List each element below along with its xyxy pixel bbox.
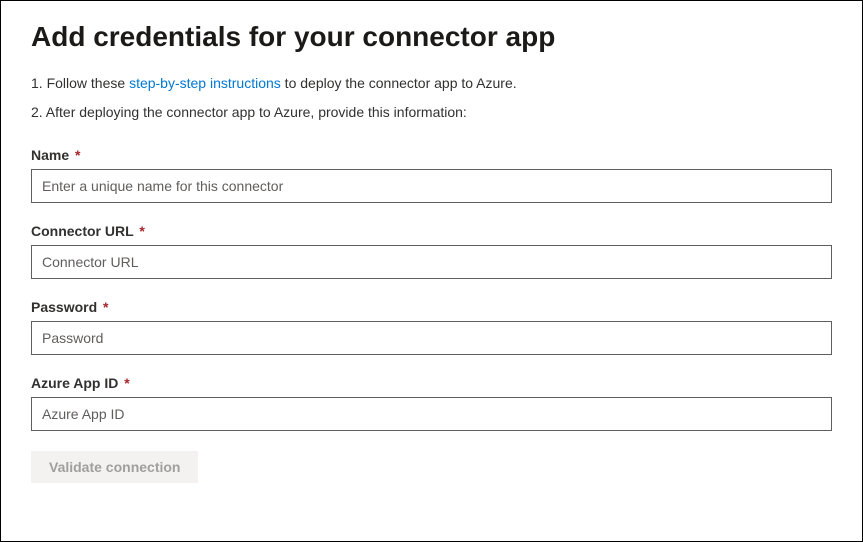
credentials-form: Name * Connector URL * Password * Azure … [31,147,832,483]
name-input[interactable] [31,169,832,203]
validate-connection-button[interactable]: Validate connection [31,451,198,483]
name-required-mark: * [75,147,80,163]
azure-app-id-input[interactable] [31,397,832,431]
instruction-step-2: 2. After deploying the connector app to … [31,102,832,123]
name-label-text: Name [31,147,69,163]
password-input[interactable] [31,321,832,355]
azure-app-id-label: Azure App ID * [31,375,832,391]
password-label-text: Password [31,299,97,315]
instruction-step-1: 1. Follow these step-by-step instruction… [31,73,832,94]
page-title: Add credentials for your connector app [31,21,832,53]
name-field-group: Name * [31,147,832,203]
connector-url-input[interactable] [31,245,832,279]
connector-url-field-group: Connector URL * [31,223,832,279]
azure-app-id-required-mark: * [124,375,129,391]
connector-url-label: Connector URL * [31,223,832,239]
step-by-step-link[interactable]: step-by-step instructions [129,75,281,91]
azure-app-id-label-text: Azure App ID [31,375,118,391]
name-label: Name * [31,147,832,163]
password-required-mark: * [103,299,108,315]
azure-app-id-field-group: Azure App ID * [31,375,832,431]
instruction-step-1-prefix: 1. Follow these [31,75,129,91]
password-field-group: Password * [31,299,832,355]
connector-url-required-mark: * [139,223,144,239]
password-label: Password * [31,299,832,315]
connector-url-label-text: Connector URL [31,223,133,239]
instruction-step-1-suffix: to deploy the connector app to Azure. [281,75,517,91]
